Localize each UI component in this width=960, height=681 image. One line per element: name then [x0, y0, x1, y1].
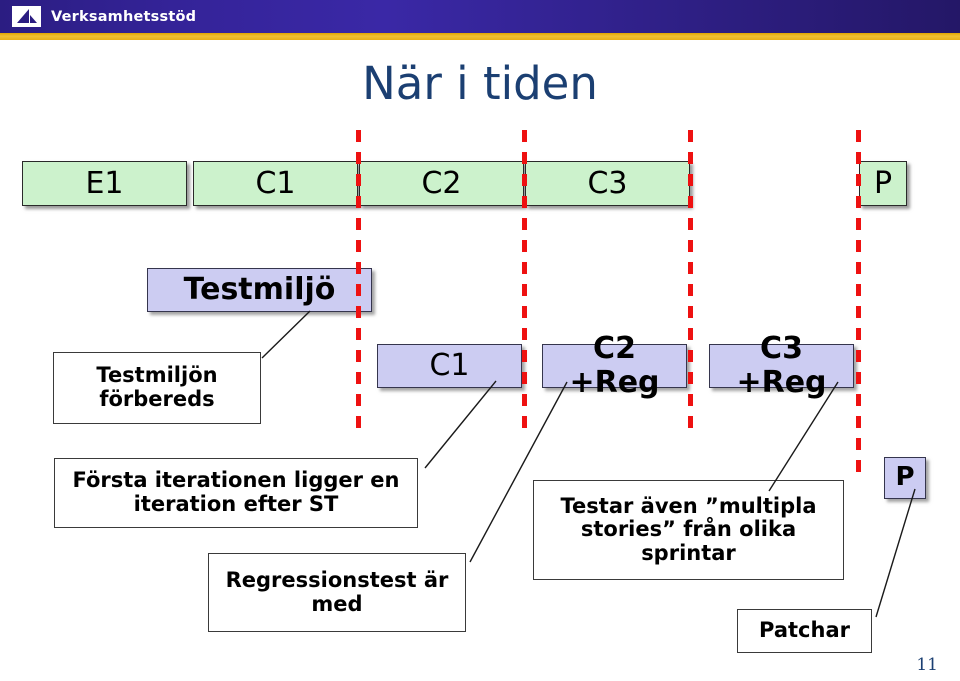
connector-c1-note [424, 380, 497, 469]
sprint-label: C2 [421, 165, 462, 201]
connector-testmiljo [261, 310, 311, 359]
sprint-box-c3[interactable]: C3 [525, 161, 690, 206]
sprint-box-c1[interactable]: C1 [193, 161, 358, 206]
page-title: När i tiden [362, 57, 598, 110]
note-text: Regressionstest är med [225, 567, 449, 616]
sprint-box-p[interactable]: P [859, 161, 907, 206]
test-box-label: C2 +Reg [569, 331, 660, 400]
test-box-c3-reg[interactable]: C3 +Reg [709, 332, 854, 399]
test-box-c1[interactable]: C1 [377, 344, 522, 388]
test-box-label: P [895, 462, 915, 493]
time-divider-4 [856, 130, 861, 482]
connector-p-note [875, 488, 916, 618]
test-box-label: C1 [429, 348, 470, 384]
header-title: Verksamhetsstöd [51, 8, 197, 25]
time-divider-1 [356, 130, 361, 436]
time-divider-3 [688, 130, 693, 436]
sail-logo-icon [12, 6, 41, 27]
note-regression[interactable]: Regressionstest är med [208, 553, 466, 632]
note-text: Första iterationen ligger en iteration e… [72, 468, 400, 516]
test-environment-box[interactable]: Testmiljö [147, 268, 372, 312]
sprint-label: P [873, 165, 893, 201]
note-first-iteration[interactable]: Första iterationen ligger en iteration e… [54, 458, 418, 528]
sprint-label: E1 [85, 165, 124, 201]
header-accent-bar [0, 33, 960, 40]
note-patch[interactable]: Patchar [737, 609, 872, 653]
note-text: Testmiljön förbereds [96, 363, 218, 411]
test-environment-label: Testmiljö [183, 272, 336, 308]
test-box-label: C3 +Reg [736, 331, 827, 400]
test-box-p[interactable]: P [884, 457, 926, 499]
sprint-box-e1[interactable]: E1 [22, 161, 187, 206]
note-multiple-stories[interactable]: Testar även ”multipla stories” från olik… [533, 480, 844, 580]
note-text: Patchar [759, 618, 850, 643]
sprint-box-c2[interactable]: C2 [359, 161, 524, 206]
sprint-label: C3 [587, 165, 628, 201]
page-number: 11 [916, 655, 938, 675]
time-divider-2 [522, 130, 527, 436]
note-text: Testar även ”multipla stories” från olik… [560, 493, 817, 565]
sprint-label: C1 [255, 165, 296, 201]
note-env[interactable]: Testmiljön förbereds [53, 352, 261, 424]
app-header: Verksamhetsstöd [0, 0, 960, 33]
test-box-c2-reg[interactable]: C2 +Reg [542, 332, 687, 399]
